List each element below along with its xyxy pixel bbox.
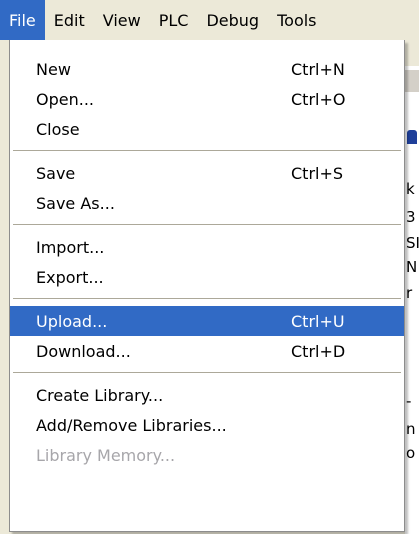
background-text-fragment: r (406, 284, 413, 302)
menu-item-close[interactable]: Close (10, 114, 404, 144)
background-text-fragment: SI (406, 234, 419, 252)
menu-item-shortcut: Ctrl+S (291, 163, 344, 183)
background-window: k 3 SI N r - n o (405, 40, 419, 534)
background-text-fragment: n (406, 420, 416, 438)
menu-item-upload[interactable]: Upload... Ctrl+U (10, 306, 404, 336)
menu-separator (10, 292, 404, 306)
menu-item-download[interactable]: Download... Ctrl+D (10, 336, 404, 366)
background-text-fragment: N (406, 258, 418, 276)
file-menu-dropdown: New Ctrl+N Open... Ctrl+O Close Save Ctr… (9, 40, 405, 532)
menu-item-shortcut: Ctrl+O (291, 89, 346, 109)
menu-tools[interactable]: Tools (268, 0, 325, 40)
menu-bar: File Edit View PLC Debug Tools (0, 0, 419, 40)
menu-item-shortcut: Ctrl+U (291, 311, 345, 331)
menu-item-label: Library Memory... (36, 445, 176, 465)
menu-item-open[interactable]: Open... Ctrl+O (10, 84, 404, 114)
menu-item-create-library[interactable]: Create Library... (10, 380, 404, 410)
menu-debug[interactable]: Debug (197, 0, 268, 40)
menu-item-save-as[interactable]: Save As... (10, 188, 404, 218)
menu-file[interactable]: File (0, 0, 45, 40)
menu-item-library-memory: Library Memory... (10, 440, 404, 470)
menu-plc[interactable]: PLC (150, 0, 198, 40)
background-text-fragment: 3 (406, 208, 416, 226)
menu-item-label: Export... (36, 267, 104, 287)
menu-edit[interactable]: Edit (45, 0, 94, 40)
menu-item-shortcut: Ctrl+N (291, 59, 345, 79)
menu-separator (10, 144, 404, 158)
menu-item-export[interactable]: Export... (10, 262, 404, 292)
menu-item-save[interactable]: Save Ctrl+S (10, 158, 404, 188)
menu-item-import[interactable]: Import... (10, 232, 404, 262)
menu-item-label: Import... (36, 237, 105, 257)
menu-item-new[interactable]: New Ctrl+N (10, 54, 404, 84)
menu-item-add-remove-libraries[interactable]: Add/Remove Libraries... (10, 410, 404, 440)
menu-item-label: Add/Remove Libraries... (36, 415, 227, 435)
menu-item-label: Close (36, 119, 80, 139)
background-text-fragment: o (406, 444, 416, 462)
menu-separator (10, 218, 404, 232)
menu-item-shortcut: Ctrl+D (291, 341, 346, 361)
menu-view[interactable]: View (94, 0, 150, 40)
menu-separator (10, 366, 404, 380)
background-toolbar (405, 40, 419, 66)
menu-item-label: Create Library... (36, 385, 164, 405)
background-text-fragment: k (406, 180, 415, 198)
background-toolbar-icon (407, 130, 417, 144)
background-text-fragment: - (406, 392, 412, 410)
menu-item-label: Save As... (36, 193, 115, 213)
background-toolbar-2 (405, 70, 419, 92)
